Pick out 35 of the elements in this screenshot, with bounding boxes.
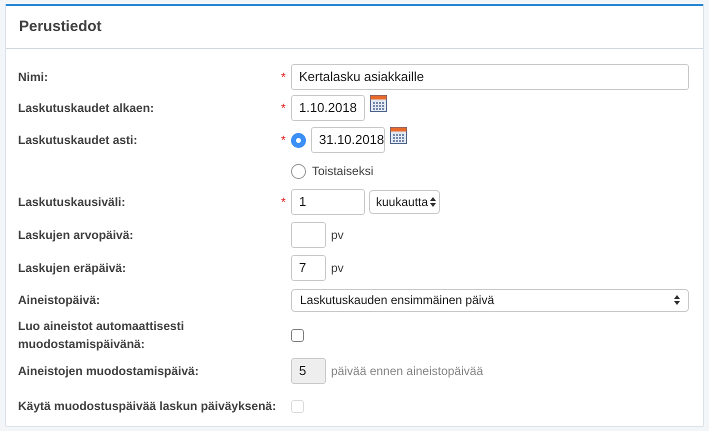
field-label: Laskutuskausiväli: (18, 194, 126, 211)
unit-label: päivää ennen aineistopäivää (331, 362, 484, 380)
field-label: Laskutuskaudet alkaen: (18, 100, 156, 117)
panel-title: Perustiedot (19, 16, 102, 37)
calendar-icon[interactable] (370, 95, 387, 112)
field-label: Luo aineistot automaattisesti muodostamispäivänä: (18, 318, 186, 353)
number-field[interactable]: 1 (291, 189, 365, 215)
date-field[interactable]: 1.10.2018 (291, 95, 365, 121)
radio-label: Toistaiseksi (312, 163, 374, 180)
radio-button[interactable] (291, 164, 306, 178)
field-label: Käytä muodostuspäivää laskun päiväyksenä: (18, 398, 278, 415)
field-label: Aineistojen muodostamispäivä: (18, 362, 200, 380)
unit-label: pv (331, 260, 344, 276)
dropdown[interactable]: Laskutuskauden ensimmäinen päivä (291, 288, 689, 312)
field-label: Laskutuskaudet asti: (18, 132, 138, 149)
radio-button[interactable] (291, 132, 306, 148)
unit-dropdown[interactable]: kuukautta (369, 190, 440, 214)
unit-label: pv (331, 226, 344, 244)
text-field[interactable]: Kertalasku asiakkaille (291, 64, 689, 90)
field-label: Laskujen arvopäivä: (18, 226, 134, 244)
date-field[interactable]: 31.10.2018 (311, 127, 385, 153)
updown-arrows-icon (430, 197, 436, 207)
required-mark: * (281, 101, 286, 115)
field-label: Aineistopäivä: (18, 292, 102, 309)
checkbox[interactable] (291, 328, 304, 342)
required-mark: * (281, 195, 286, 209)
number-field[interactable]: 7 (291, 254, 326, 280)
required-mark: * (281, 133, 286, 147)
number-field: 5 (291, 358, 326, 384)
required-mark: * (281, 70, 286, 84)
field-label: Nimi: (18, 69, 49, 86)
calendar-icon[interactable] (390, 127, 407, 144)
number-field[interactable] (291, 222, 326, 248)
updown-arrows-icon (674, 295, 680, 305)
field-label: Laskujen eräpäivä: (18, 260, 128, 276)
